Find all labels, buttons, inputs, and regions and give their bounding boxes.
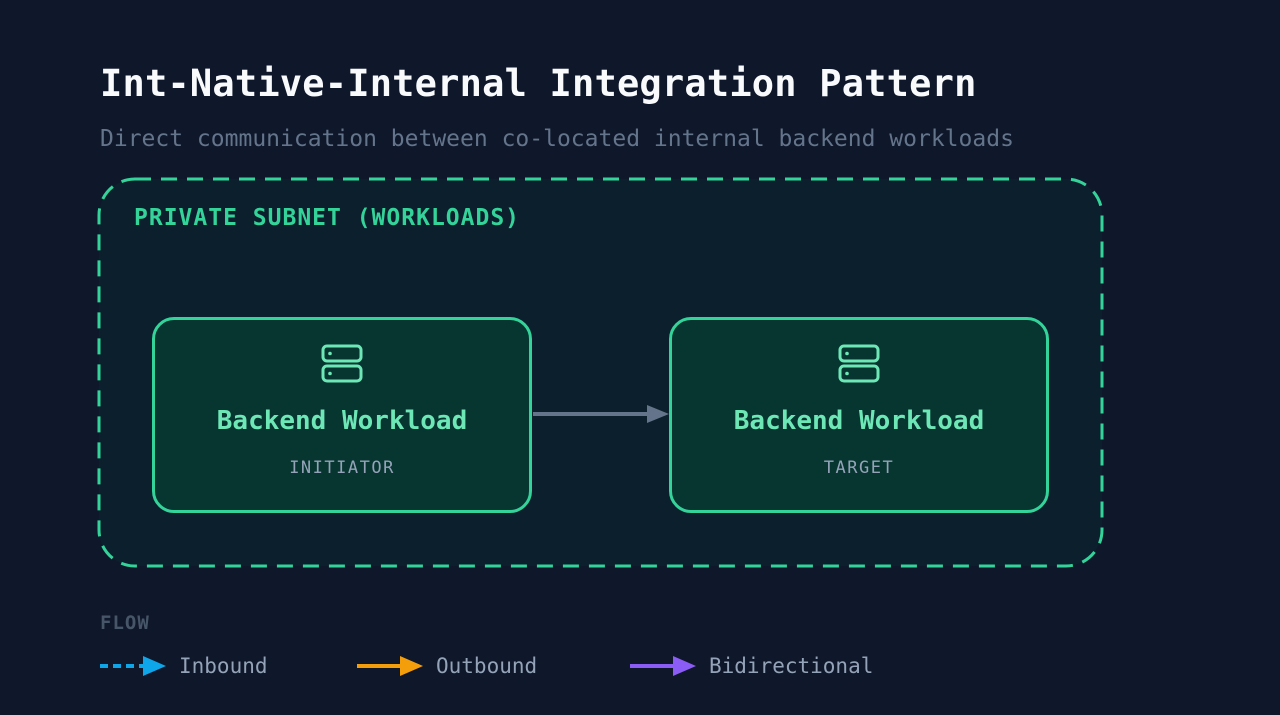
- subnet-label: PRIVATE SUBNET (WORKLOADS): [134, 205, 521, 231]
- legend-item-inbound: Inbound: [99, 652, 268, 680]
- solid-arrow-icon: [357, 656, 423, 676]
- legend-title: FLOW: [100, 612, 150, 634]
- legend-label: Inbound: [179, 654, 268, 678]
- target-node[interactable]: Backend Workload TARGET: [669, 317, 1049, 513]
- node-name: Backend Workload: [733, 406, 985, 436]
- solid-arrow-icon: [630, 656, 696, 676]
- legend-item-bidirectional: Bidirectional: [629, 652, 873, 680]
- dashed-arrow-icon: [100, 656, 166, 676]
- initiator-node[interactable]: Backend Workload INITIATOR: [152, 317, 532, 513]
- node-role: INITIATOR: [289, 458, 395, 478]
- legend-label: Outbound: [436, 654, 538, 678]
- legend-label: Bidirectional: [709, 654, 874, 678]
- legend-item-outbound: Outbound: [356, 652, 537, 680]
- node-role: TARGET: [823, 458, 895, 478]
- server-icon: [838, 344, 880, 383]
- private-subnet-zone: PRIVATE SUBNET (WORKLOADS) Backend Workl…: [97, 177, 1104, 568]
- connector-arrow: [533, 405, 669, 423]
- node-name: Backend Workload: [216, 406, 468, 436]
- server-icon: [321, 344, 363, 383]
- page-title: Int-Native-Internal Integration Pattern: [100, 62, 977, 105]
- page-subtitle: Direct communication between co-located …: [100, 126, 1014, 152]
